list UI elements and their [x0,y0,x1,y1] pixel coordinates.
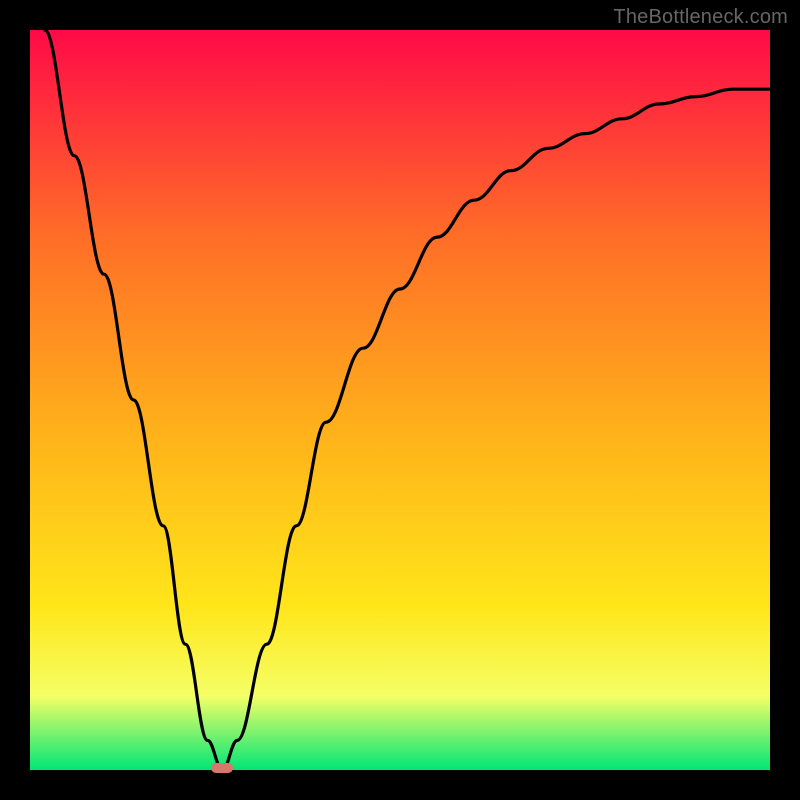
gradient-background [30,30,770,770]
chart-frame [30,30,770,770]
minimum-marker [211,763,233,773]
chart-plot [30,30,770,770]
watermark-text: TheBottleneck.com [613,6,788,29]
